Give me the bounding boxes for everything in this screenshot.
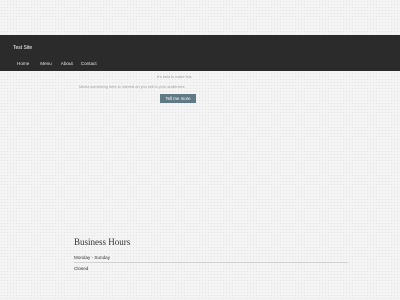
site-title[interactable]: Test Site bbox=[13, 45, 32, 51]
site-header: Test Site Home Menu About Contact bbox=[0, 35, 400, 71]
tell-me-more-button[interactable]: Tell me more bbox=[160, 94, 196, 103]
nav-item-about[interactable]: About bbox=[61, 61, 73, 66]
hero-tagline: It's best to make this bbox=[157, 75, 192, 79]
hero-description: Media something here to interest an you … bbox=[79, 85, 185, 89]
business-hours-divider bbox=[74, 262, 348, 263]
nav-item-contact[interactable]: Contact bbox=[81, 61, 97, 66]
main-nav: Home Menu About Contact bbox=[0, 59, 97, 68]
business-hours-heading: Business Hours bbox=[74, 237, 131, 247]
nav-item-menu[interactable]: Menu bbox=[40, 61, 52, 66]
nav-item-home[interactable]: Home bbox=[17, 61, 29, 66]
business-hours-days: Monday - Sunday bbox=[74, 255, 111, 260]
business-hours-status: Closed bbox=[74, 266, 89, 271]
